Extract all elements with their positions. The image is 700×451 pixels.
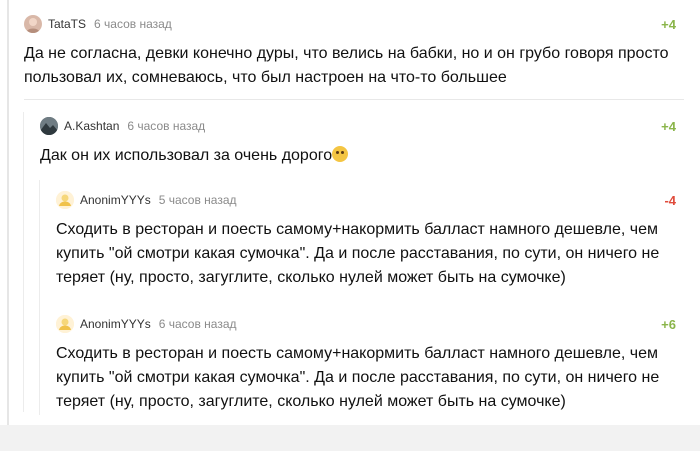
comment-time[interactable]: 6 часов назад <box>159 317 237 331</box>
comment-time[interactable]: 5 часов назад <box>159 193 237 207</box>
comment-text: Да не согласна, девки конечно дуры, что … <box>24 45 669 86</box>
page-background-strip <box>0 425 700 451</box>
anonymous-avatar-icon <box>56 191 74 209</box>
comment-text: Сходить в ресторан и поесть самому+накор… <box>56 221 660 286</box>
comment-header: AnonimYYYs 5 часов назад -4 <box>56 188 676 212</box>
thread-collapse-bar[interactable] <box>7 0 9 425</box>
comment-time[interactable]: 6 часов назад <box>94 17 172 31</box>
comment-author[interactable]: AnonimYYYs <box>80 193 151 207</box>
comment-anonimyyys-1: AnonimYYYs 5 часов назад -4 Сходить в ре… <box>56 188 676 290</box>
comment-rating: +6 <box>661 316 676 332</box>
comment-anonimyyys-2: AnonimYYYs 6 часов назад +6 Сходить в ре… <box>56 312 676 414</box>
comment-author[interactable]: A.Kashtan <box>64 119 119 133</box>
comment-time[interactable]: 6 часов назад <box>127 119 205 133</box>
comment-text: Дак он их использовал за очень дорого <box>40 147 333 164</box>
comment-text-wrapper: Дак он их использовал за очень дорого <box>40 144 676 168</box>
comment-divider <box>24 99 684 100</box>
comment-author[interactable]: TataTS <box>48 17 86 31</box>
nest-level-3-guide[interactable] <box>39 180 40 415</box>
comment-header: TataTS 6 часов назад +4 <box>24 12 676 36</box>
user-avatar[interactable] <box>40 117 58 135</box>
comment-text: Сходить в ресторан и поесть самому+накор… <box>56 345 660 410</box>
user-avatar[interactable] <box>24 15 42 33</box>
user-avatar-photo-icon <box>40 117 58 135</box>
comment-author[interactable]: AnonimYYYs <box>80 317 151 331</box>
comment-tatats: TataTS 6 часов назад +4 Да не согласна, … <box>24 12 676 90</box>
comment-header: AnonimYYYs 6 часов назад +6 <box>56 312 676 336</box>
comment-rating: +4 <box>661 16 676 32</box>
nest-level-2-guide[interactable] <box>23 112 24 412</box>
comment-thread: TataTS 6 часов назад +4 Да не согласна, … <box>0 0 700 451</box>
user-avatar[interactable] <box>56 315 74 333</box>
comment-header: A.Kashtan 6 часов назад +4 <box>40 114 676 138</box>
anonymous-avatar-icon <box>56 315 74 333</box>
user-avatar[interactable] <box>56 191 74 209</box>
comment-rating: -4 <box>664 192 676 208</box>
thinking-face-emoji-icon <box>332 146 349 162</box>
user-avatar-photo-icon <box>26 18 40 33</box>
comment-akashtan: A.Kashtan 6 часов назад +4 Дак он их исп… <box>40 114 676 168</box>
comment-rating: +4 <box>661 118 676 134</box>
